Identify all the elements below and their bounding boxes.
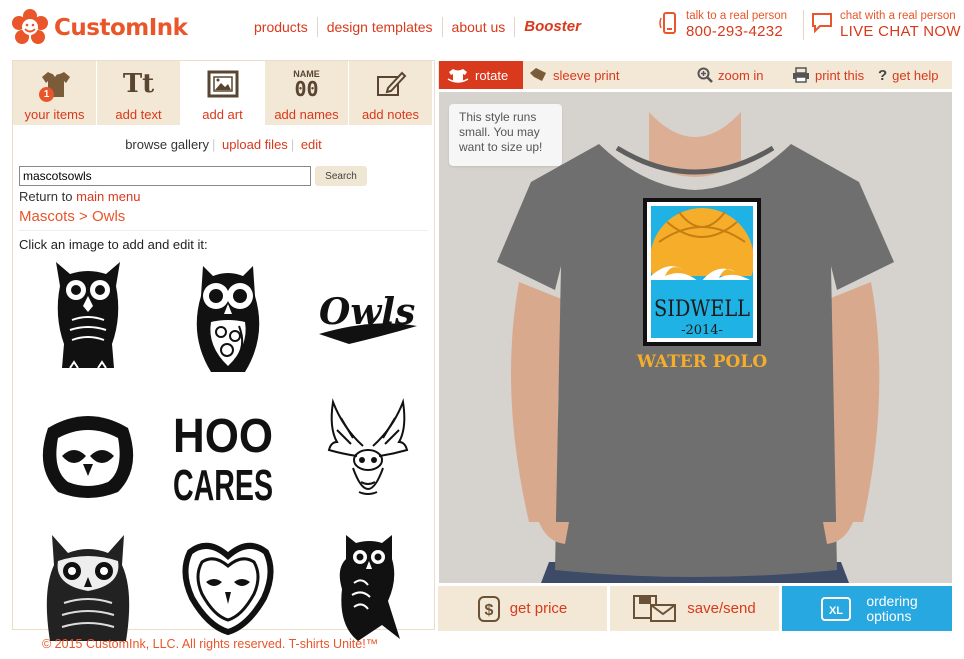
sleeve-icon — [530, 68, 546, 81]
tab-label: add notes — [361, 107, 420, 122]
action-bar: $ get price save/send XL ordering option… — [438, 586, 952, 631]
get-price-button[interactable]: $ get price — [438, 586, 607, 631]
tab-label: your items — [24, 107, 85, 122]
upload-files-link[interactable]: upload files — [222, 137, 288, 152]
owl-heart-face-icon[interactable] — [173, 527, 283, 645]
save-send-label: save/send — [687, 600, 756, 617]
save-send-button[interactable]: save/send — [610, 586, 779, 631]
printer-icon — [793, 67, 809, 83]
save-send-icon — [633, 594, 677, 622]
search-button[interactable]: Search — [315, 166, 367, 186]
nav-booster[interactable]: Booster — [515, 17, 590, 37]
phone-icon — [659, 12, 676, 34]
owl-engraved-icon[interactable] — [33, 527, 143, 645]
items-count-badge: 1 — [39, 87, 54, 102]
art-subnav: browse gallery | upload files | edit — [125, 137, 322, 152]
zoom-in-label: zoom in — [718, 67, 764, 83]
print-button[interactable]: print this — [792, 67, 864, 83]
tab-label: add text — [115, 107, 162, 122]
water-polo-design[interactable]: SIDWELL -2014- WATER POLO — [636, 198, 767, 372]
chat-contact[interactable]: chat with a real person LIVE CHAT NOW — [803, 10, 961, 40]
dollar-icon: $ — [477, 595, 500, 622]
size-tag-icon: XL — [821, 596, 852, 621]
owl-face-icon[interactable] — [33, 396, 143, 514]
xl-tag-text: XL — [829, 605, 843, 617]
main-menu-link[interactable]: main menu — [76, 189, 140, 204]
owl-sketch-icon[interactable] — [33, 259, 143, 377]
ordering-label-line1: ordering — [866, 592, 918, 609]
divider — [19, 230, 428, 231]
text-tt-icon: Tt — [122, 69, 155, 99]
logo-text: CustomInk — [54, 15, 188, 41]
phone-caption: talk to a real person — [686, 10, 788, 22]
hoo-text: HOO — [173, 410, 273, 463]
rotate-shirt-icon — [447, 69, 469, 83]
category-breadcrumb: Mascots > Owls — [19, 208, 126, 225]
nav-design-templates[interactable]: design templates — [318, 17, 443, 37]
zoom-in-icon — [697, 67, 713, 83]
cares-text: CARES — [173, 461, 273, 510]
art-search-input[interactable] — [19, 166, 311, 186]
art-search: Search — [19, 166, 367, 186]
tab-add-names[interactable]: NAME 00 add names — [265, 61, 349, 125]
gallery-instruction: Click an image to add and edit it: — [19, 237, 208, 252]
get-help-button[interactable]: ? get help — [878, 67, 938, 84]
tshirt-preview[interactable]: SIDWELL -2014- WATER POLO This style run… — [439, 92, 952, 583]
live-chat-link[interactable]: LIVE CHAT NOW — [840, 23, 961, 40]
tab-label: add names — [274, 107, 339, 122]
phone-number[interactable]: 800-293-4232 — [686, 23, 787, 40]
site-header: CustomInk products design templates abou… — [0, 0, 964, 56]
design-school-text: SIDWELL — [654, 297, 750, 322]
owl-spread-wings-icon[interactable] — [313, 396, 423, 514]
picture-frame-icon — [207, 70, 238, 98]
edit-link[interactable]: edit — [301, 137, 322, 152]
owl-ornate-icon[interactable] — [173, 259, 283, 377]
tab-add-text[interactable]: Tt add text — [97, 61, 181, 125]
chat-caption: chat with a real person — [840, 10, 956, 22]
tab-your-items[interactable]: 1 your items — [13, 61, 97, 125]
nav-about-us[interactable]: about us — [443, 17, 516, 37]
pencil-note-icon — [376, 71, 406, 96]
get-price-label: get price — [509, 600, 568, 617]
chat-bubble-icon — [812, 13, 832, 34]
owls-script-icon[interactable]: Owls — [313, 259, 423, 377]
design-year-text: -2014- — [681, 323, 723, 338]
top-navigation: products design templates about us Boost… — [245, 17, 590, 37]
size-tooltip: This style runs small. You may want to s… — [449, 104, 562, 166]
rotate-button[interactable]: rotate — [439, 61, 523, 89]
owl-silhouette-icon[interactable] — [313, 527, 423, 645]
name-icon-number: 00 — [294, 77, 319, 101]
ordering-label-line2: options — [866, 607, 912, 624]
sleeve-print-label: sleeve print — [553, 67, 620, 83]
copyright-footer: © 2015 CustomInk, LLC. All rights reserv… — [42, 637, 379, 651]
design-sport-text: WATER POLO — [636, 352, 767, 372]
print-label: print this — [815, 67, 865, 83]
tab-add-art[interactable]: add art — [181, 61, 265, 125]
tab-label: add art — [202, 107, 243, 122]
customink-logo[interactable]: CustomInk — [10, 8, 188, 48]
design-preview-panel: rotate sleeve print zoom in print this ?… — [438, 61, 952, 631]
hoo-cares-icon[interactable]: HOO CARES — [168, 396, 278, 514]
sleeve-print-button[interactable]: sleeve print — [528, 67, 619, 83]
nav-products[interactable]: products — [245, 17, 318, 37]
get-help-label: get help — [892, 68, 939, 83]
name-number-icon: NAME 00 — [265, 67, 348, 101]
preview-toolbar: rotate sleeve print zoom in print this ?… — [438, 61, 952, 89]
return-line: Return to main menu — [19, 189, 140, 204]
svg-text:$: $ — [484, 602, 493, 619]
design-tools-panel: 1 your items Tt add text add art NAME 00 — [12, 60, 435, 641]
tab-add-notes[interactable]: add notes — [349, 61, 433, 125]
customink-flower-icon — [12, 9, 48, 44]
help-question-icon: ? — [878, 67, 888, 84]
return-prefix: Return to — [19, 189, 73, 204]
zoom-in-button[interactable]: zoom in — [697, 67, 764, 83]
rotate-label: rotate — [475, 67, 509, 83]
tool-tabs: 1 your items Tt add text add art NAME 00 — [13, 61, 434, 125]
browse-gallery-link[interactable]: browse gallery — [125, 137, 209, 152]
ordering-options-button[interactable]: XL ordering options — [782, 586, 952, 631]
phone-contact[interactable]: talk to a real person 800-293-4232 — [658, 10, 787, 40]
